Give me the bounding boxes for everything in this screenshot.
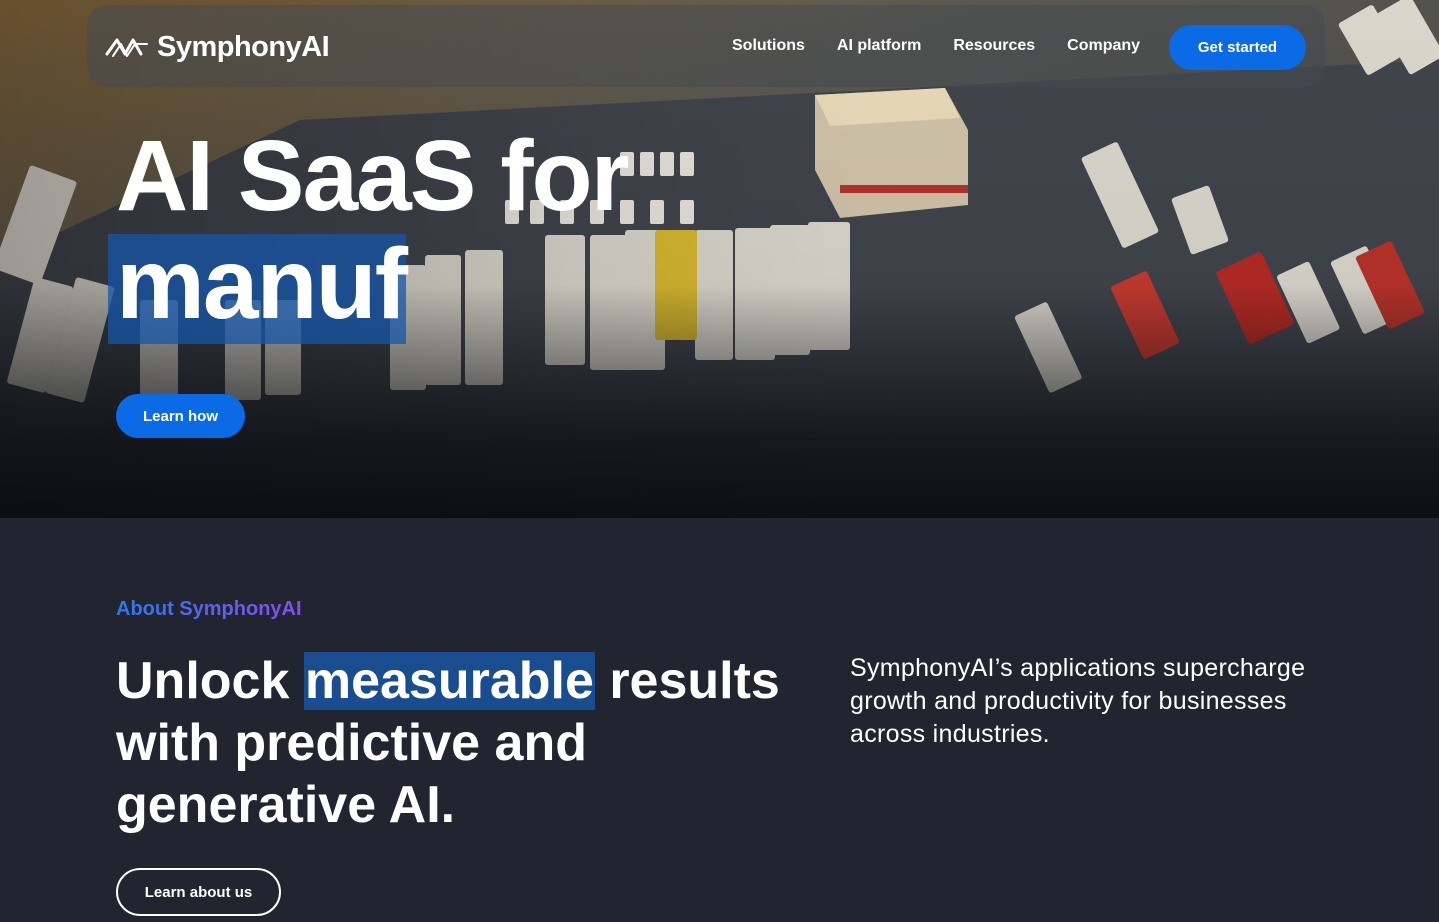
about-description: SymphonyAI’s applications supercharge gr… (850, 654, 1306, 748)
about-kicker: About SymphonyAI (116, 598, 302, 620)
hero-section: SymphonyAI Solutions AI platform Resourc… (0, 0, 1439, 518)
nav-company[interactable]: Company (1067, 37, 1140, 55)
learn-how-button[interactable]: Learn how (116, 394, 245, 438)
get-started-button[interactable]: Get started (1169, 25, 1306, 70)
about-heading-pre: Unlock (116, 652, 304, 710)
logo-text: SymphonyAI (157, 30, 330, 63)
hero-title-typed-text: manuf (116, 228, 408, 340)
nav-ai-platform[interactable]: AI platform (837, 37, 921, 55)
nav-solutions[interactable]: Solutions (732, 37, 805, 55)
nav-links: Solutions AI platform Resources Company (732, 37, 1172, 55)
hero-title-line2: manuf (108, 228, 408, 344)
hero-title: AI SaaS for manuf (108, 120, 629, 344)
symphony-logo-icon (105, 38, 148, 57)
learn-about-us-button[interactable]: Learn about us (116, 868, 281, 916)
nav-resources[interactable]: Resources (953, 37, 1035, 55)
about-heading-highlight: measurable (303, 652, 595, 710)
about-heading: Unlock measurable results with predictiv… (116, 650, 816, 836)
hero-title-line1: AI SaaS for (116, 120, 629, 232)
logo[interactable]: SymphonyAI (105, 30, 330, 64)
